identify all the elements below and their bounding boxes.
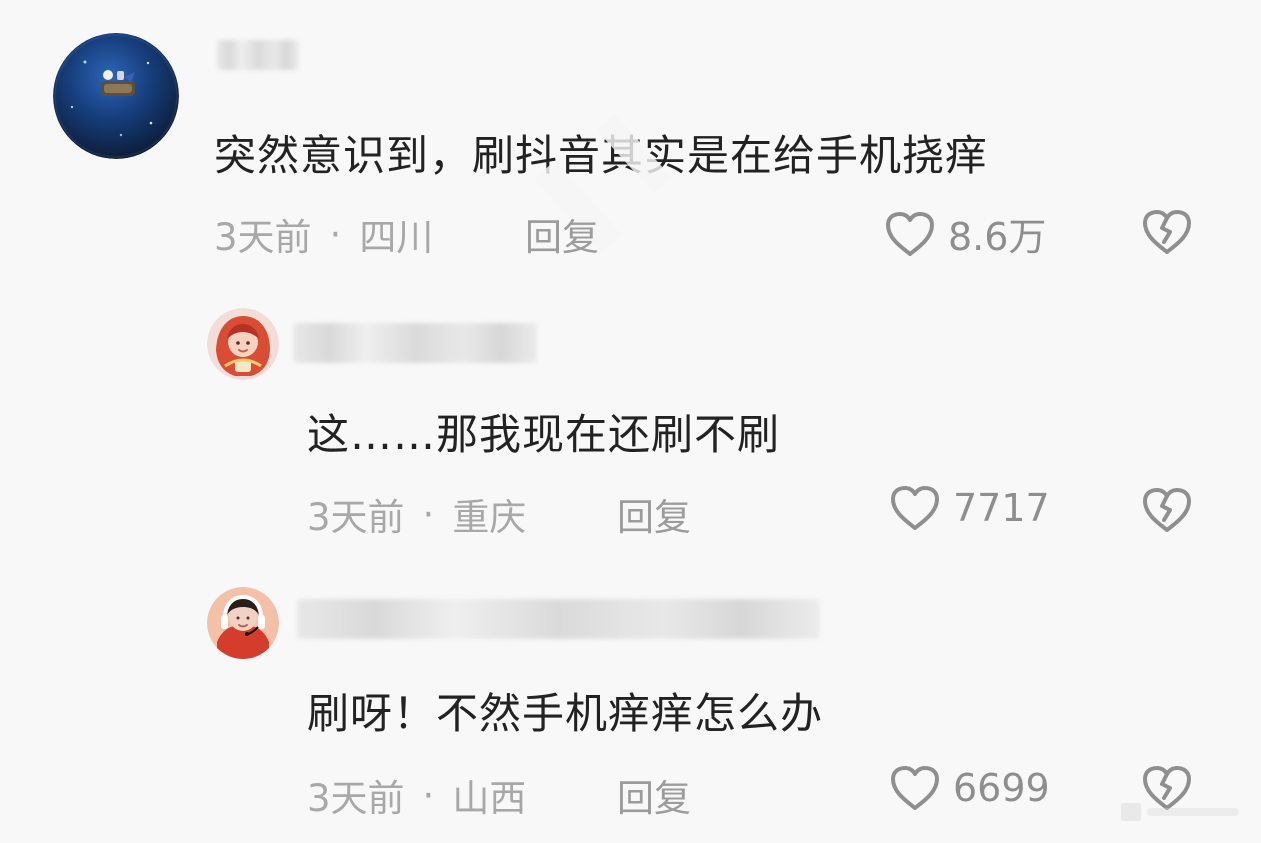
- comment-time: 3天前: [307, 777, 405, 820]
- comment-item: 刷呀！不然手机痒痒怎么办 3天前 · 山西 回复 6699: [0, 0, 1261, 843]
- reply-button[interactable]: 回复: [617, 768, 691, 822]
- like-count: 6699: [953, 766, 1050, 810]
- avatar[interactable]: [207, 587, 279, 659]
- headset-girl-avatar-icon: [207, 587, 279, 659]
- watermark-icon: [1121, 803, 1239, 821]
- comment-meta: 3天前 · 山西: [307, 768, 526, 822]
- comment-list-page: 突然意识到，刷抖音其实是在给手机挠痒 3天前 · 四川 回复 8.6万 这……那…: [0, 0, 1261, 843]
- like-control[interactable]: 6699: [887, 764, 1050, 812]
- comment-text: 刷呀！不然手机痒痒怎么办: [307, 689, 824, 738]
- comment-location: 山西: [452, 777, 527, 820]
- separator-dot: ·: [422, 773, 435, 817]
- username-redacted: [297, 599, 820, 639]
- heart-outline-icon: [887, 764, 943, 812]
